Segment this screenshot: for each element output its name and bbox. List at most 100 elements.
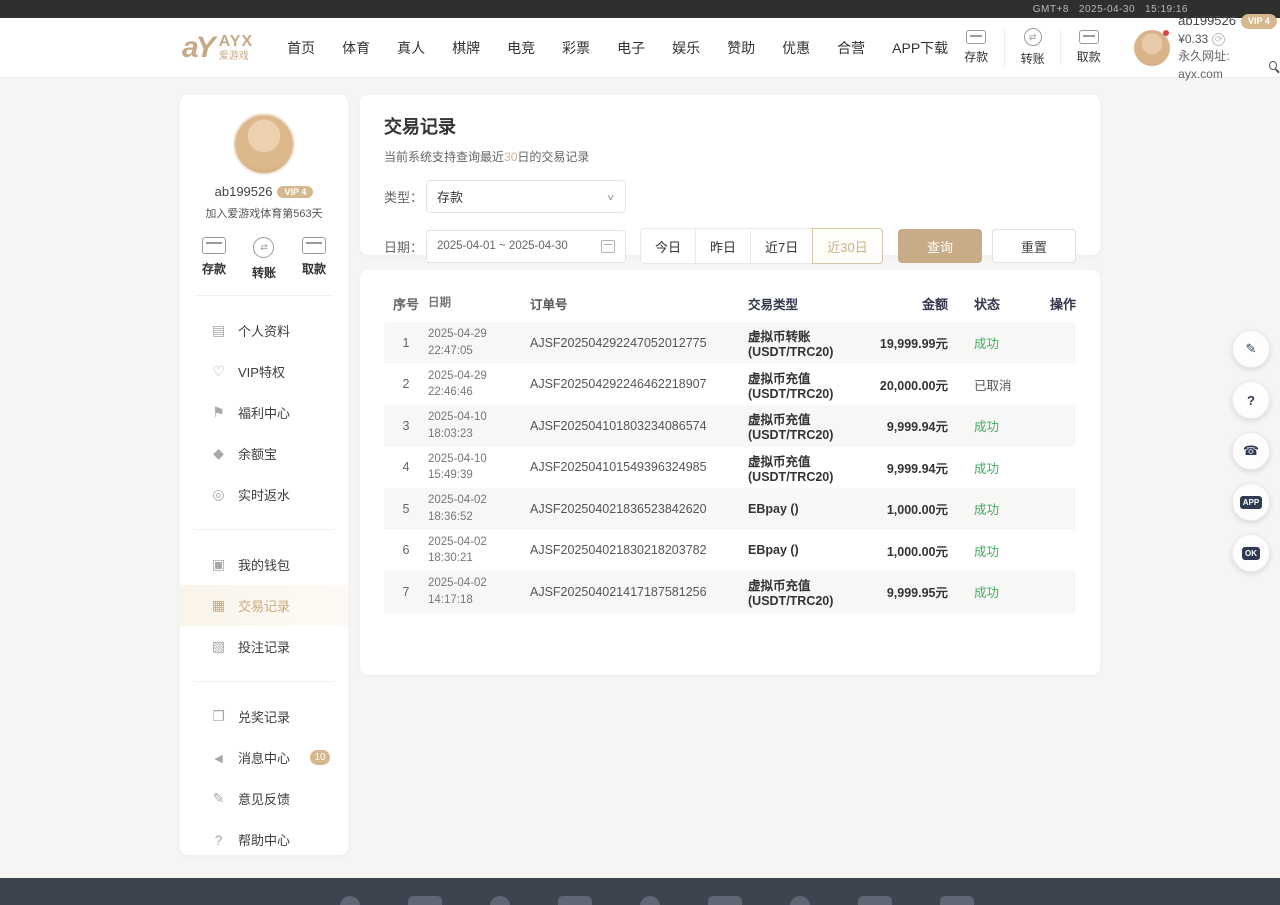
- calendar-icon: [601, 240, 615, 253]
- withdraw-button[interactable]: 取款: [1060, 30, 1116, 65]
- balance-value: ¥0.33: [1178, 31, 1208, 48]
- date-cell: 2025-04-0214:17:18: [428, 575, 530, 608]
- date-cell: 2025-04-2922:47:05: [428, 326, 530, 359]
- membership-duration: 加入爱游戏体育第563天: [180, 205, 348, 221]
- sidebar-item-betting-records[interactable]: ▧ 投注记录: [180, 626, 348, 667]
- nav-item-boardgames[interactable]: 棋牌: [452, 38, 480, 58]
- refresh-balance-icon[interactable]: ⟳: [1212, 33, 1225, 46]
- question-icon: ?: [210, 832, 227, 848]
- table-row: 6 2025-04-0218:30:21 AJSF202504021830218…: [384, 530, 1076, 572]
- quick-date-yesterday[interactable]: 昨日: [695, 228, 751, 264]
- table-row: 4 2025-04-1015:49:39 AJSF202504101549396…: [384, 447, 1076, 489]
- nav-item-sponsor[interactable]: 赞助: [727, 38, 755, 58]
- status-badge: 成功: [952, 582, 1024, 601]
- bank-card-icon: [302, 237, 326, 254]
- nav-item-app-download[interactable]: APP下载: [892, 38, 948, 58]
- sidebar-withdraw-button[interactable]: 取款: [302, 237, 326, 281]
- order-no-cell: AJSF202504101549396324985: [530, 460, 748, 474]
- quick-date-last7[interactable]: 近7日: [750, 228, 813, 264]
- faq-button[interactable]: ?: [1232, 381, 1270, 419]
- nav-item-home[interactable]: 首页: [287, 38, 315, 58]
- brand-logo-icon: aY: [182, 33, 213, 63]
- permanent-url-label: 永久网址: ayx.com: [1178, 48, 1266, 83]
- wallet-icon: [966, 30, 986, 44]
- survey-button[interactable]: ✎: [1232, 330, 1270, 368]
- ledger-icon: ▦: [210, 597, 227, 614]
- date-cell: 2025-04-0218:36:52: [428, 492, 530, 525]
- type-cell: 虚拟币充值 (USDT/TRC20): [748, 451, 844, 484]
- brand-logo-text: AYX 爱游戏: [219, 34, 253, 62]
- sidebar-item-feedback[interactable]: ✎ 意见反馈: [180, 778, 348, 819]
- divider: [194, 681, 334, 682]
- reset-button[interactable]: 重置: [992, 229, 1076, 263]
- quick-date-last30[interactable]: 近30日: [812, 228, 882, 264]
- prize-icon: ❒: [210, 708, 227, 725]
- type-cell: 虚拟币充值 (USDT/TRC20): [748, 368, 844, 401]
- app-download-button[interactable]: APP: [1232, 483, 1270, 521]
- nav-item-promotions[interactable]: 优惠: [782, 38, 810, 58]
- sidebar-item-vip-privileges[interactable]: ♡ VIP特权: [180, 351, 348, 392]
- sidebar-transfer-button[interactable]: ⇄ 转账: [252, 237, 276, 281]
- deposit-button[interactable]: 存款: [948, 30, 1004, 65]
- status-badge: 成功: [952, 416, 1024, 435]
- type-cell: EBpay (): [748, 502, 844, 516]
- betting-slip-icon: ▧: [210, 638, 227, 655]
- nav-item-lottery[interactable]: 彩票: [562, 38, 590, 58]
- wallet-icon: [202, 237, 226, 254]
- sidebar-item-profile[interactable]: ▤ 个人资料: [180, 310, 348, 351]
- sidebar-item-welfare-center[interactable]: ⚑ 福利中心: [180, 392, 348, 433]
- customer-service-button[interactable]: ☎: [1232, 432, 1270, 470]
- sidebar-item-help-center[interactable]: ? 帮助中心: [180, 819, 348, 860]
- date-cell: 2025-04-2922:46:46: [428, 368, 530, 401]
- sidebar-item-my-wallet[interactable]: ▣ 我的钱包: [180, 544, 348, 585]
- sidebar-item-yuebao[interactable]: ◆ 余额宝: [180, 433, 348, 474]
- bank-card-icon: [1079, 30, 1099, 44]
- sidebar-item-message-center[interactable]: ◄ 消息中心 10: [180, 737, 348, 778]
- search-icon[interactable]: [1269, 61, 1277, 70]
- amount-cell: 20,000.00元: [844, 375, 952, 394]
- avatar[interactable]: [1134, 30, 1170, 66]
- nav-item-partnership[interactable]: 合营: [837, 38, 865, 58]
- page-footer: [0, 878, 1280, 905]
- nav-item-esports[interactable]: 电竞: [507, 38, 535, 58]
- search-button[interactable]: 查询: [898, 229, 982, 263]
- date-cell: 2025-04-1018:03:23: [428, 409, 530, 442]
- transaction-type-select[interactable]: 存款 ∨: [426, 180, 626, 213]
- type-filter-label: 类型：: [384, 187, 426, 206]
- date-cell: 2025-04-1015:49:39: [428, 451, 530, 484]
- table-row: 1 2025-04-2922:47:05 AJSF202504292247052…: [384, 322, 1076, 364]
- transactions-table-panel: 序号 日期 订单号 交易类型 金额 状态 操作 1 2025-04-2922:4…: [360, 270, 1100, 675]
- table-row: 2 2025-04-2922:46:46 AJSF202504292246462…: [384, 364, 1076, 406]
- sidebar-deposit-button[interactable]: 存款: [202, 237, 226, 281]
- nav-item-slots[interactable]: 电子: [617, 38, 645, 58]
- order-no-cell: AJSF202504292246462218907: [530, 377, 748, 391]
- target-icon: ◎: [210, 486, 227, 503]
- transfer-button[interactable]: ⇄ 转账: [1004, 28, 1060, 67]
- sidebar-item-realtime-rebate[interactable]: ◎ 实时返水: [180, 474, 348, 515]
- verify-button[interactable]: OK: [1232, 534, 1270, 572]
- header-quick-actions: 存款 ⇄ 转账 取款: [948, 28, 1116, 67]
- sidebar-item-redemption-records[interactable]: ❒ 兑奖记录: [180, 696, 348, 737]
- date-range-input[interactable]: 2025-04-01 ~ 2025-04-30: [426, 230, 626, 263]
- status-badge: 成功: [952, 499, 1024, 518]
- date-cell: 2025-04-0218:30:21: [428, 534, 530, 567]
- header-right: 存款 ⇄ 转账 取款 ab199526 VIP 4: [948, 12, 1277, 83]
- vip-badge: VIP 4: [1241, 14, 1277, 29]
- nav-item-live[interactable]: 真人: [397, 38, 425, 58]
- nav-item-sports[interactable]: 体育: [342, 38, 370, 58]
- header-user-area[interactable]: ab199526 VIP 4 ¥0.33 ⟳ 永久网址: ayx.com: [1134, 12, 1277, 83]
- order-no-cell: AJSF202504101803234086574: [530, 419, 748, 433]
- floating-toolbar: ✎ ? ☎ APP OK: [1232, 330, 1270, 572]
- nav-item-entertainment[interactable]: 娱乐: [672, 38, 700, 58]
- amount-cell: 1,000.00元: [844, 541, 952, 560]
- brand-logo[interactable]: aY AYX 爱游戏: [182, 33, 253, 63]
- quick-date-today[interactable]: 今日: [640, 228, 696, 264]
- transfer-icon: ⇄: [1024, 28, 1042, 46]
- amount-cell: 9,999.94元: [844, 458, 952, 477]
- table-row: 7 2025-04-0214:17:18 AJSF202504021417187…: [384, 571, 1076, 613]
- status-badge: 成功: [952, 458, 1024, 477]
- sidebar-item-transaction-records[interactable]: ▦ 交易记录: [180, 585, 348, 626]
- notification-dot: [1163, 30, 1169, 36]
- profile-avatar[interactable]: [233, 113, 295, 175]
- selected-type: 存款: [437, 187, 463, 206]
